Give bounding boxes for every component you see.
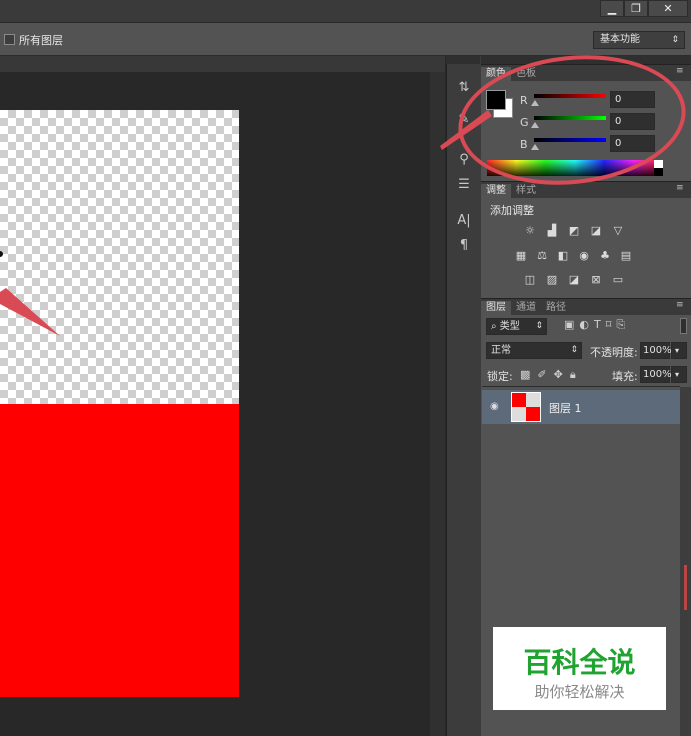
invert-icon[interactable]: ◫ bbox=[522, 273, 538, 286]
selective-color-icon[interactable]: ⊠ bbox=[588, 273, 604, 286]
vibrance-icon[interactable]: ▽ bbox=[610, 224, 626, 237]
fill-dropdown-icon[interactable]: ▾ bbox=[671, 366, 687, 383]
panel-menu-icon[interactable]: ≡ bbox=[676, 183, 684, 193]
opacity-label: 不透明度: bbox=[590, 346, 638, 359]
layer-filter-select[interactable]: ⌕ 类型 ⇕ bbox=[486, 318, 547, 335]
title-bar bbox=[0, 0, 691, 23]
restore-button[interactable]: ❐ bbox=[624, 0, 648, 17]
tab-styles[interactable]: 样式 bbox=[511, 184, 541, 198]
exposure-icon[interactable]: ◪ bbox=[588, 224, 604, 237]
paragraph-icon[interactable]: ¶ bbox=[455, 236, 473, 254]
watermark-subtitle: 助你轻松解决 bbox=[534, 683, 625, 701]
strip-header bbox=[446, 56, 480, 64]
tab-layers[interactable]: 图层 bbox=[481, 301, 511, 315]
fill-input[interactable]: 100% bbox=[640, 366, 672, 383]
photo-filter-icon[interactable]: ◉ bbox=[576, 249, 592, 262]
select-arrows-icon: ⇕ bbox=[535, 321, 543, 331]
shape-filter-icon[interactable]: ⌑ bbox=[606, 318, 612, 332]
type-filter-icon[interactable]: T bbox=[594, 318, 601, 332]
opacity-input[interactable]: 100% bbox=[640, 342, 672, 359]
smart-object-filter-icon[interactable]: ⎘ bbox=[616, 318, 625, 332]
layers-panel-tabs: 图层 通道 路径 bbox=[481, 298, 691, 315]
canvas-red-fill[interactable] bbox=[0, 404, 239, 697]
select-arrows-icon: ⇕ bbox=[570, 345, 578, 355]
spectrum-black-chip[interactable] bbox=[654, 168, 663, 176]
annotation-arrow-icon bbox=[0, 251, 60, 336]
posterize-icon[interactable]: ▨ bbox=[544, 273, 560, 286]
annotation-pointer-icon bbox=[440, 110, 492, 150]
minimize-button[interactable]: ▁ bbox=[600, 0, 624, 17]
watermark-title: 百科全说 bbox=[523, 646, 636, 679]
all-layers-label: 所有图层 bbox=[19, 34, 63, 47]
character-icon[interactable]: A| bbox=[455, 211, 473, 229]
pixel-filter-icon[interactable]: ▣ bbox=[564, 318, 574, 332]
document-tab-strip bbox=[0, 56, 445, 72]
adjust-panel-tabs: 调整 样式 bbox=[481, 181, 691, 198]
lock-label: 锁定: bbox=[487, 370, 513, 383]
properties-icon[interactable]: ☰ bbox=[455, 175, 473, 193]
lock-all-icon[interactable]: 🔒︎ bbox=[570, 368, 576, 382]
layer-name: 图层 1 bbox=[549, 402, 582, 415]
visibility-eye-icon[interactable]: ◉ bbox=[490, 401, 499, 412]
color-lookup-icon[interactable]: ▤ bbox=[618, 249, 634, 262]
layer-row[interactable]: ◉ 图层 1 bbox=[482, 390, 680, 424]
blend-mode-select[interactable]: 正常 ⇕ bbox=[486, 342, 582, 359]
all-layers-checkbox[interactable] bbox=[4, 34, 15, 45]
curves-icon[interactable]: ◩ bbox=[566, 224, 582, 237]
brightness-icon[interactable]: ☼ bbox=[522, 224, 538, 237]
layer-filter-icons: ▣ ◐ T ⌑ ⎘ bbox=[564, 318, 625, 332]
color-balance-icon[interactable]: ⚖ bbox=[534, 249, 550, 262]
close-button[interactable]: ✕ bbox=[648, 0, 688, 17]
levels-icon[interactable]: ▟ bbox=[544, 224, 560, 237]
search-icon: ⌕ bbox=[491, 321, 500, 332]
hue-saturation-icon[interactable]: ▦ bbox=[513, 249, 529, 262]
layers-scrollbar[interactable] bbox=[680, 387, 691, 736]
add-adjustment-title: 添加调整 bbox=[490, 204, 534, 217]
panel-menu-icon[interactable]: ≡ bbox=[676, 300, 684, 310]
workspace-select[interactable]: 基本功能 ⇕ bbox=[593, 31, 685, 49]
channel-mixer-icon[interactable]: ♣ bbox=[597, 249, 613, 262]
adjustment-row-2: ▦ ⚖ ◧ ◉ ♣ ▤ bbox=[513, 249, 634, 262]
adjustment-row-1: ☼ ▟ ◩ ◪ ▽ bbox=[522, 224, 626, 237]
tab-adjustments[interactable]: 调整 bbox=[481, 184, 511, 198]
lock-position-icon[interactable]: ✥ bbox=[554, 368, 563, 382]
black-white-icon[interactable]: ◧ bbox=[555, 249, 571, 262]
spectrum-white-chip[interactable] bbox=[654, 160, 663, 168]
options-bar: 所有图层 bbox=[0, 23, 691, 56]
tab-channels[interactable]: 通道 bbox=[511, 301, 541, 315]
adjustment-filter-icon[interactable]: ◐ bbox=[579, 318, 589, 332]
layers-divider bbox=[482, 386, 680, 387]
filter-toggle[interactable] bbox=[680, 318, 687, 334]
vertical-scrollbar[interactable] bbox=[430, 72, 445, 736]
select-arrows-icon: ⇕ bbox=[671, 35, 679, 45]
fill-label: 填充: bbox=[612, 370, 638, 383]
lock-icons: ▩ ✐ ✥ 🔒︎ bbox=[520, 368, 576, 382]
panel-menu-icon[interactable]: ≡ bbox=[676, 66, 684, 76]
gradient-map-icon[interactable]: ▭ bbox=[610, 273, 626, 286]
tab-paths[interactable]: 路径 bbox=[541, 301, 571, 315]
lock-transparent-icon[interactable]: ▩ bbox=[520, 368, 530, 382]
watermark-logo: 百科全说 助你轻松解决 bbox=[493, 627, 666, 710]
lock-pixels-icon[interactable]: ✐ bbox=[537, 368, 546, 382]
opacity-dropdown-icon[interactable]: ▾ bbox=[671, 342, 687, 359]
adjustment-row-3: ◫ ▨ ◪ ⊠ ▭ bbox=[522, 273, 626, 286]
threshold-icon[interactable]: ◪ bbox=[566, 273, 582, 286]
scroll-indicator bbox=[684, 565, 687, 610]
layer-thumbnail bbox=[511, 392, 541, 422]
